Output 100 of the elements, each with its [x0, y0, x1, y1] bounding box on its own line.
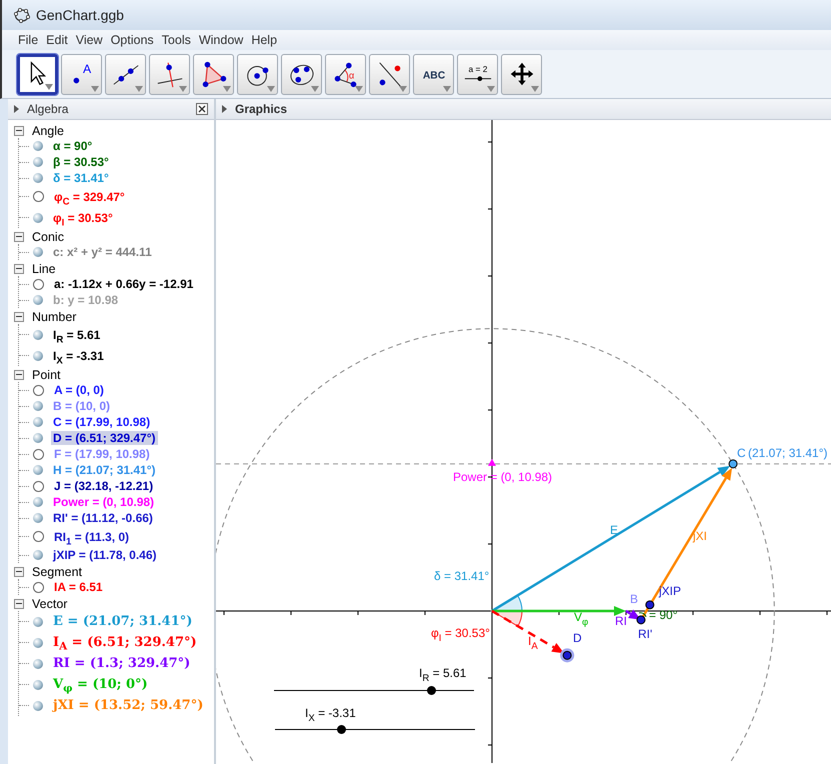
- angle-sector: [492, 610, 522, 627]
- shown-object-icon[interactable]: [33, 433, 43, 443]
- tool-button[interactable]: [237, 54, 278, 94]
- shown-object-icon[interactable]: [33, 330, 43, 340]
- shown-object-icon[interactable]: [33, 638, 43, 648]
- shown-object-icon[interactable]: [33, 680, 43, 690]
- tool-button[interactable]: a = 2: [457, 54, 498, 94]
- triangle-point-marker[interactable]: [488, 458, 496, 466]
- tool-button[interactable]: [281, 54, 322, 94]
- dropdown-triangle-icon: [223, 86, 231, 92]
- shown-object-icon[interactable]: [33, 157, 43, 167]
- graphics-label: φ$_{I}$ = 30.53°: [431, 626, 490, 640]
- panel-title: Graphics: [235, 102, 288, 116]
- collapse-toggle-icon[interactable]: [14, 566, 24, 576]
- point-dot[interactable]: [728, 459, 738, 468]
- menu-item[interactable]: Help: [247, 33, 282, 47]
- hidden-object-icon[interactable]: [33, 278, 44, 290]
- menu-item[interactable]: View: [72, 33, 107, 47]
- object-definition[interactable]: φ$_{C}$ = 329.47°: [52, 190, 127, 204]
- collapse-toggle-icon[interactable]: [14, 126, 24, 136]
- collapse-toggle-icon[interactable]: [14, 312, 24, 322]
- hidden-object-icon[interactable]: [33, 384, 44, 396]
- object-definition[interactable]: α = 90°: [51, 139, 94, 153]
- object-definition[interactable]: a: -1.12x + 0.66y = -12.91: [52, 277, 196, 291]
- shown-object-icon[interactable]: [33, 247, 43, 257]
- shown-object-icon[interactable]: [33, 616, 43, 626]
- collapse-toggle-icon[interactable]: [14, 264, 24, 274]
- close-button[interactable]: [196, 103, 208, 115]
- shown-object-icon[interactable]: [33, 212, 43, 222]
- object-definition[interactable]: RI = (1.3; 329.47°): [51, 656, 192, 671]
- graphics-label: = 90°: [649, 608, 678, 622]
- object-definition[interactable]: RI$_{1}$ = (11.3, 0): [52, 530, 132, 544]
- menu-item[interactable]: Edit: [42, 33, 72, 47]
- point-dot[interactable]: [562, 650, 572, 660]
- menu-item[interactable]: Options: [106, 33, 158, 47]
- dropdown-triangle-icon: [311, 86, 319, 92]
- group-heading: Segment: [32, 564, 82, 578]
- shown-object-icon[interactable]: [33, 173, 43, 183]
- tool-button[interactable]: [501, 54, 542, 94]
- collapse-triangle-icon[interactable]: [222, 105, 227, 113]
- object-definition[interactable]: C = (17.99, 10.98): [51, 415, 152, 429]
- collapse-toggle-icon[interactable]: [14, 598, 24, 608]
- hidden-object-icon[interactable]: [33, 480, 44, 492]
- shown-object-icon[interactable]: [33, 513, 43, 523]
- dropdown-triangle-icon: [355, 86, 363, 92]
- object-definition[interactable]: IA = 6.51: [52, 580, 105, 594]
- shown-object-icon[interactable]: [33, 550, 43, 560]
- object-definition[interactable]: c: x² + y² = 444.11: [51, 245, 154, 259]
- dropdown-triangle-icon: [91, 86, 99, 92]
- point-dot[interactable]: [645, 600, 654, 610]
- object-definition[interactable]: β = 30.53°: [51, 155, 111, 169]
- hidden-object-icon[interactable]: [33, 448, 44, 460]
- tool-button[interactable]: [105, 54, 146, 94]
- shown-object-icon[interactable]: [33, 141, 43, 151]
- tool-button[interactable]: α: [325, 54, 366, 94]
- menu-item[interactable]: Window: [194, 33, 248, 47]
- slider-label: I$_{R}$ = 5.61: [419, 666, 466, 680]
- tool-button[interactable]: [369, 54, 410, 94]
- slider-thumb[interactable]: [426, 686, 436, 695]
- angle-sector: [492, 594, 522, 612]
- menu-item[interactable]: Tools: [158, 33, 195, 47]
- tool-button[interactable]: [17, 54, 58, 94]
- shown-object-icon[interactable]: [33, 497, 43, 507]
- graphics-label: (21.07; 31.41°): [748, 446, 828, 460]
- hidden-object-icon[interactable]: [33, 582, 44, 592]
- graphics-label: B: [630, 592, 638, 606]
- tool-button[interactable]: [149, 54, 190, 94]
- tool-button[interactable]: [193, 54, 234, 94]
- slider-label: I$_{X}$ = -3.31: [305, 706, 356, 720]
- object-definition[interactable]: I$_{A}$ = (6.51; 329.47°): [51, 635, 199, 650]
- group-heading: Point: [32, 368, 60, 382]
- object-definition[interactable]: D = (6.51; 329.47°): [51, 431, 158, 445]
- tool-button[interactable]: ABC: [413, 54, 454, 94]
- hidden-object-icon[interactable]: [33, 531, 44, 542]
- graphics-label: jXI: [693, 529, 708, 543]
- object-definition[interactable]: I$_{X}$ = -3.31: [51, 348, 106, 362]
- menu-item[interactable]: File: [14, 33, 42, 47]
- collapse-toggle-icon[interactable]: [14, 370, 24, 380]
- object-definition[interactable]: I$_{R}$ = 5.61: [51, 328, 102, 342]
- shown-object-icon[interactable]: [33, 465, 43, 475]
- object-definition[interactable]: A = (0, 0): [52, 383, 106, 397]
- shown-object-icon[interactable]: [33, 658, 43, 668]
- object-definition[interactable]: J = (32.18, -12.21): [52, 479, 156, 493]
- slider-thumb[interactable]: [336, 725, 346, 734]
- graphics-label: E: [610, 523, 618, 537]
- shown-object-icon[interactable]: [33, 350, 43, 360]
- group-heading: Vector: [32, 596, 68, 610]
- tool-button[interactable]: A: [61, 54, 102, 94]
- hidden-object-icon[interactable]: [33, 191, 44, 202]
- shown-object-icon[interactable]: [33, 401, 43, 411]
- shown-object-icon[interactable]: [33, 295, 43, 305]
- point-dot[interactable]: [636, 615, 646, 624]
- shown-object-icon[interactable]: [33, 417, 43, 427]
- collapse-toggle-icon[interactable]: [14, 232, 24, 242]
- group-heading: Conic: [32, 230, 64, 244]
- object-definition[interactable]: jXIP = (11.78, 0.46): [51, 548, 159, 562]
- object-definition[interactable]: φ$_{I}$ = 30.53°: [51, 210, 115, 224]
- object-definition[interactable]: RI' = (11.12, -0.66): [51, 511, 155, 525]
- collapse-triangle-icon[interactable]: [14, 105, 19, 113]
- shown-object-icon[interactable]: [33, 700, 43, 710]
